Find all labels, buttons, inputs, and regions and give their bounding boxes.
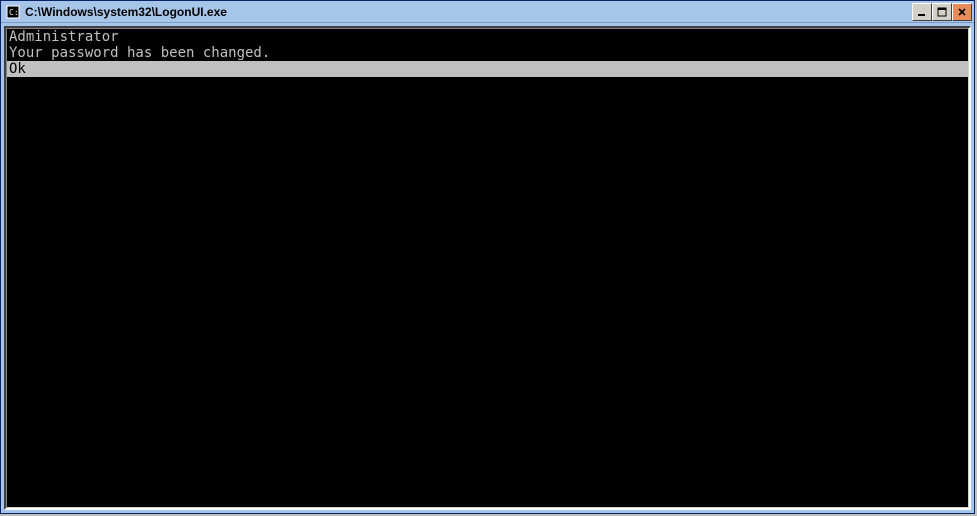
maximize-button[interactable] bbox=[932, 3, 952, 21]
close-icon bbox=[957, 7, 967, 17]
svg-text:C:: C: bbox=[9, 8, 19, 17]
console-inner: Administrator Your password has been cha… bbox=[6, 28, 969, 508]
application-window: C: C:\Windows\system32\LogonUI.exe bbox=[0, 0, 975, 514]
console-area: Administrator Your password has been cha… bbox=[4, 26, 971, 510]
titlebar[interactable]: C: C:\Windows\system32\LogonUI.exe bbox=[1, 1, 974, 23]
window-controls bbox=[912, 3, 972, 21]
app-icon: C: bbox=[5, 4, 21, 20]
close-button[interactable] bbox=[952, 3, 972, 21]
window-title: C:\Windows\system32\LogonUI.exe bbox=[25, 5, 912, 19]
console-line-message: Your password has been changed. bbox=[7, 45, 968, 61]
console-line-user: Administrator bbox=[7, 29, 968, 45]
minimize-icon bbox=[917, 7, 927, 17]
minimize-button[interactable] bbox=[912, 3, 932, 21]
console-ok-option[interactable]: Ok bbox=[7, 61, 968, 77]
maximize-icon bbox=[937, 7, 947, 17]
